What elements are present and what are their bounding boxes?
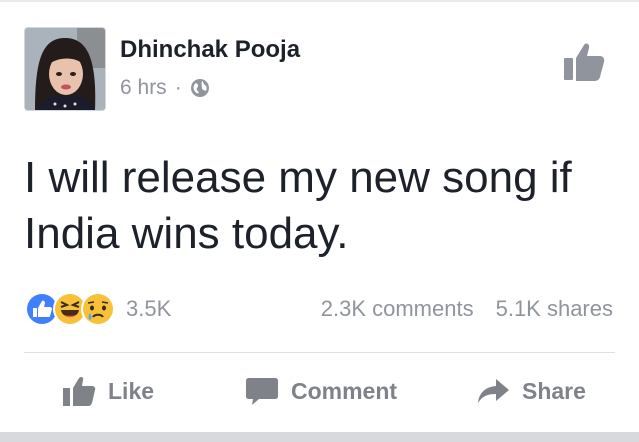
reactions-count: 3.5K bbox=[126, 296, 172, 321]
sad-reaction-icon bbox=[81, 292, 115, 326]
reactions-summary[interactable]: 3.5K bbox=[24, 290, 171, 328]
share-arrow-icon bbox=[478, 379, 509, 403]
avatar[interactable] bbox=[24, 27, 106, 111]
bottom-border bbox=[0, 432, 639, 442]
share-label: Share bbox=[522, 377, 586, 404]
avatar-photo bbox=[25, 28, 105, 110]
divider bbox=[24, 352, 615, 353]
thumbs-up-icon bbox=[63, 376, 96, 406]
comment-icon bbox=[246, 378, 278, 405]
meta-separator: · bbox=[174, 76, 182, 99]
like-button[interactable]: Like bbox=[62, 368, 154, 414]
shares-count[interactable]: 5.1K shares bbox=[496, 296, 613, 322]
comment-label: Comment bbox=[291, 377, 398, 404]
action-bar: Like Comment Share bbox=[0, 368, 639, 414]
post-time[interactable]: 6 hrs bbox=[120, 76, 167, 100]
thumbs-up-icon[interactable] bbox=[563, 42, 605, 82]
top-border bbox=[0, 0, 639, 2]
post-meta: 6 hrs · bbox=[120, 76, 210, 100]
post-text: I will release my new song if India wins… bbox=[24, 153, 572, 258]
globe-icon bbox=[190, 79, 209, 97]
author-name[interactable]: Dhinchak Pooja bbox=[120, 36, 300, 64]
comment-button[interactable]: Comment bbox=[245, 368, 397, 414]
engagement-counts: 2.3K comments 5.1K shares bbox=[321, 296, 613, 322]
like-label: Like bbox=[108, 377, 155, 404]
share-button[interactable]: Share bbox=[476, 368, 586, 414]
comments-count[interactable]: 2.3K comments bbox=[321, 296, 474, 322]
